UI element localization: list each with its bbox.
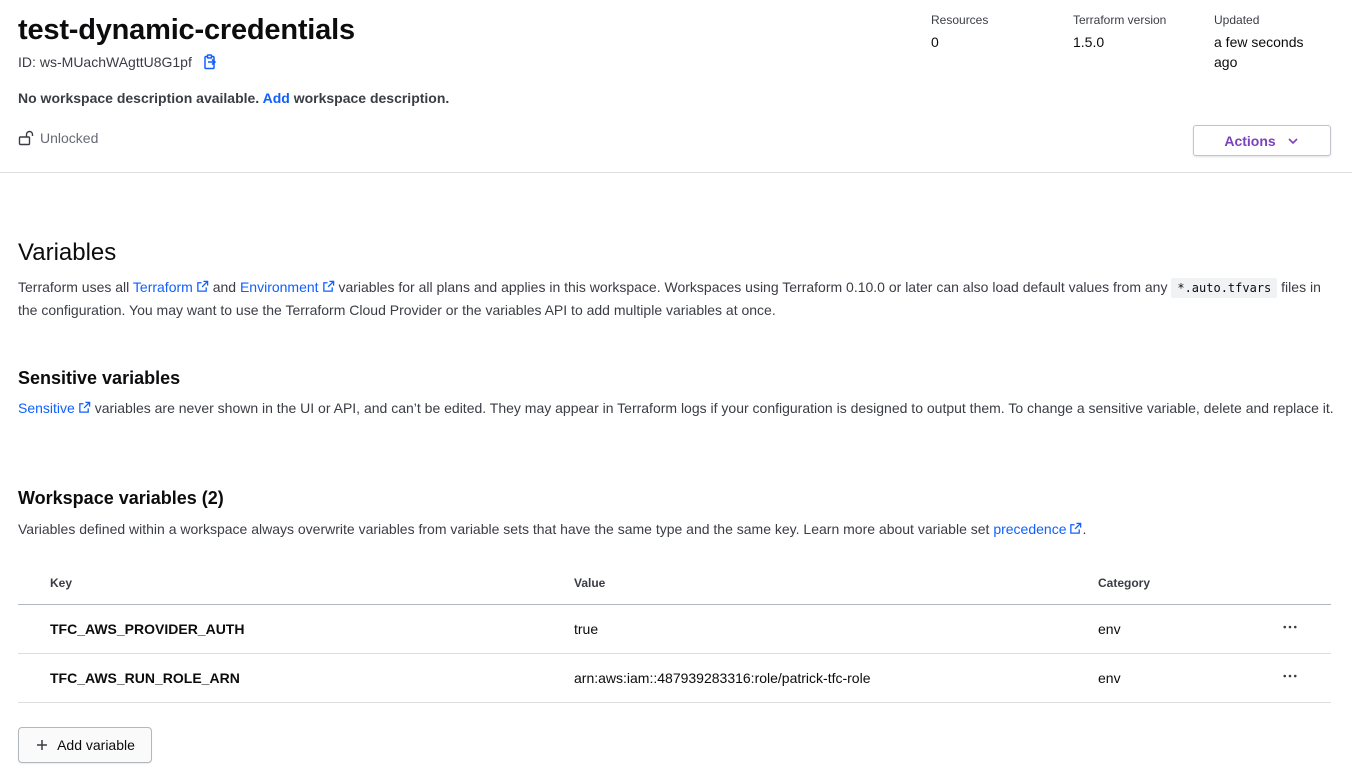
intro-text-2: and [212,279,237,295]
terraform-docs-link[interactable]: Terraform [133,279,209,295]
clipboard-copy-icon[interactable] [202,54,218,70]
variables-heading: Variables [18,239,117,266]
auto-tfvars-code: *.auto.tfvars [1171,278,1278,298]
workspace-variables-heading: Workspace variables (2) [18,488,224,508]
environment-link-label: Environment [239,279,319,295]
updated-label: Updated [1214,13,1260,27]
resources-value: 0 [931,34,939,50]
external-link-icon [79,401,91,413]
table-row: TFC_AWS_RUN_ROLE_ARN arn:aws:iam::487939… [18,654,1331,703]
workspace-header: test-dynamic-credentials ID: ws-MUachWAg… [0,0,1352,173]
column-header-key: Key [50,576,73,590]
sensitive-docs-link[interactable]: Sensitive [18,400,91,416]
sensitive-variables-heading: Sensitive variables [18,368,181,388]
sensitive-variables-text: Sensitive variables are never shown in t… [18,398,1334,418]
environment-docs-link[interactable]: Environment [240,279,335,295]
workspace-variables-table: Key Value Category TFC_AWS_PROVIDER_AUTH… [18,570,1331,703]
description-prefix: No workspace description available. [18,90,260,106]
workspace-id: ID: ws-MUachWAgttU8G1pf [18,54,218,70]
add-variable-label: Add variable [57,737,135,753]
unlock-icon [18,130,34,146]
external-link-icon [197,280,209,292]
terraform-link-label: Terraform [132,279,193,295]
variable-category: env [1098,670,1121,686]
variable-value: arn:aws:iam::487939283316:role/patrick-t… [574,670,871,686]
lock-status: Unlocked [18,130,98,146]
ellipsis-icon [1283,625,1297,629]
external-link-icon [1070,522,1082,534]
actions-button[interactable]: Actions [1193,125,1331,156]
table-header: Key Value Category [18,570,1331,605]
variable-key: TFC_AWS_RUN_ROLE_ARN [50,670,240,686]
desc-period: . [1082,521,1087,537]
variables-intro: Terraform uses all Terraform and Environ… [18,276,1334,321]
plus-icon [37,740,48,750]
column-header-category: Category [1098,576,1151,590]
add-variable-button[interactable]: Add variable [18,727,152,763]
workspace-description: No workspace description available. Add … [18,90,449,106]
workspace-vars-desc-text: Variables defined within a workspace alw… [18,521,990,537]
add-description-link[interactable]: Add [263,90,290,106]
terraform-version-label: Terraform version [1073,13,1167,27]
precedence-link-label: precedence [993,521,1067,537]
row-more-options-button[interactable] [1278,617,1302,637]
actions-label: Actions [1224,132,1276,149]
sensitive-link-label: Sensitive [18,400,75,416]
variable-value: true [574,621,599,637]
ellipsis-icon [1283,674,1297,678]
resources-label: Resources [931,13,989,27]
sensitive-body-text: variables are never shown in the UI or A… [94,400,1334,416]
precedence-docs-link[interactable]: precedence [993,521,1082,537]
column-header-value: Value [574,576,606,590]
row-more-options-button[interactable] [1278,666,1302,686]
variable-category: env [1098,621,1121,637]
intro-text-3: variables for all plans and applies in t… [338,279,1168,295]
description-suffix: workspace description. [293,90,450,106]
meta-terraform-version: Terraform version 1.5.0 [1073,13,1166,52]
workspace-id-value: ws-MUachWAgttU8G1pf [39,54,192,70]
intro-text-1: Terraform uses all [18,279,130,295]
external-link-icon [322,280,334,292]
updated-value: a few seconds ago [1214,34,1304,70]
chevron-down-icon [1288,137,1298,144]
page-title: test-dynamic-credentials [18,14,355,46]
workspace-id-label: ID: [18,54,36,70]
table-row: TFC_AWS_PROVIDER_AUTH true env [18,605,1331,654]
meta-updated: Updated a few seconds ago [1214,13,1324,72]
variable-key: TFC_AWS_PROVIDER_AUTH [50,621,245,637]
workspace-variables-desc: Variables defined within a workspace alw… [18,518,1334,540]
terraform-version-link[interactable]: 1.5.0 [1073,32,1166,52]
meta-resources: Resources 0 [931,13,988,52]
lock-status-label: Unlocked [40,130,99,146]
